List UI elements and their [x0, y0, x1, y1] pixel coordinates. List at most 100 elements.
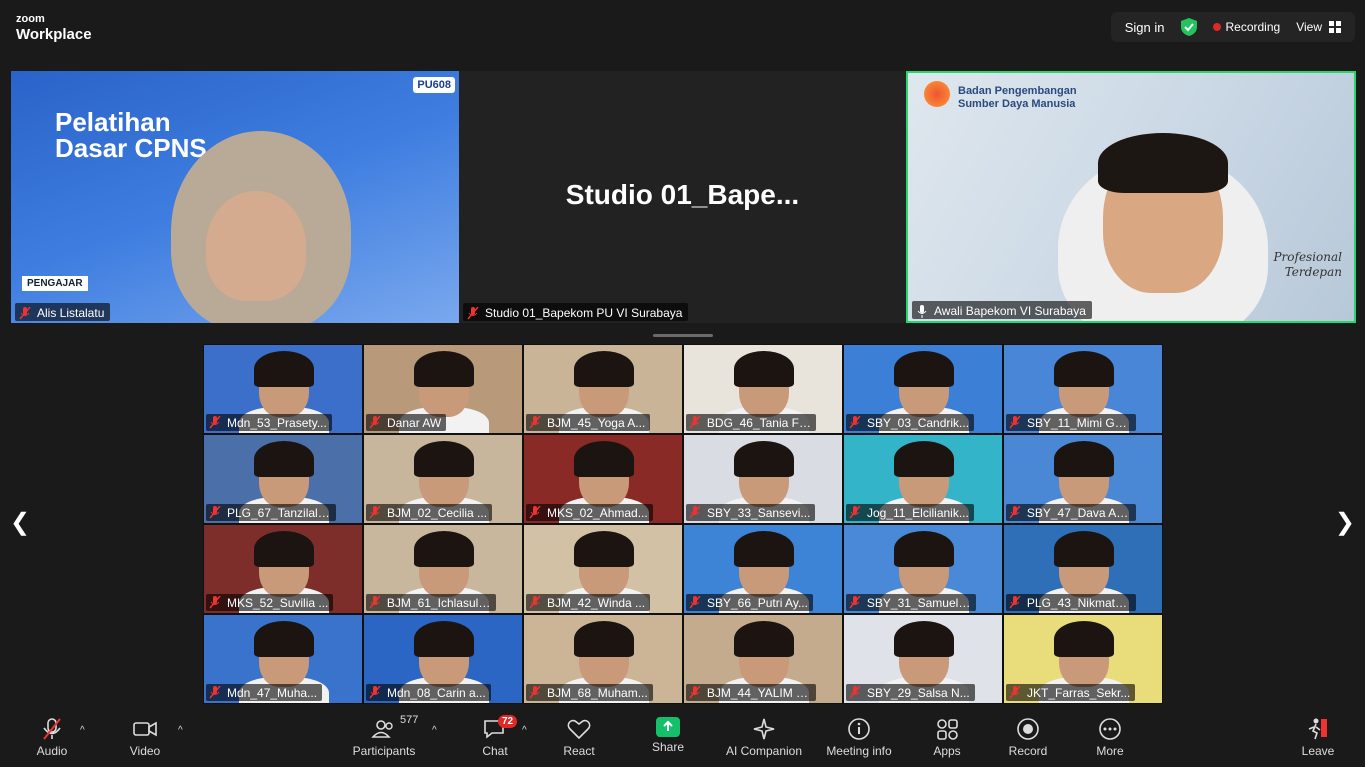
mic-muted-icon	[1009, 686, 1021, 699]
participant-hair	[1054, 351, 1114, 387]
org-title-line1: Badan Pengembangan	[958, 85, 1077, 97]
participant-tile[interactable]: SBY_66_Putri Ay...	[683, 524, 843, 614]
participant-name: MKS_02_Ahmad...	[547, 505, 648, 520]
mic-muted-icon	[529, 416, 541, 429]
next-page-arrow-icon[interactable]: ❯	[1335, 508, 1355, 537]
participant-name: Danar AW	[387, 415, 442, 430]
logo-line1: zoom	[16, 13, 45, 25]
participant-name-tag: JKT_Farras_Sekr...	[1006, 684, 1136, 701]
resize-handle[interactable]	[653, 334, 713, 337]
tagline-line2: Terdepan	[1284, 265, 1342, 280]
participant-tile[interactable]: BDG_46_Tania Fi...	[683, 344, 843, 434]
share-screen-icon	[656, 717, 680, 737]
participant-tile[interactable]: BJM_02_Cecilia ...	[363, 434, 523, 524]
pu-badge: PU608	[413, 77, 455, 93]
participant-name-tag: SBY_66_Putri Ay...	[686, 594, 813, 611]
participant-name-tag: BJM_45_Yoga A...	[526, 414, 651, 431]
sign-in-button[interactable]: Sign in	[1117, 20, 1173, 35]
participant-name-tag: SBY_33_Sansevi...	[686, 504, 816, 521]
participant-name-tag: PLG_43_Nikmatu...	[1006, 594, 1136, 611]
participant-hair	[574, 531, 634, 567]
apps-icon	[937, 719, 958, 740]
participant-tile[interactable]: MKS_02_Ahmad...	[523, 434, 683, 524]
grid-view-icon	[1329, 21, 1341, 33]
participant-name-tag: PLG_67_Tanzilal ...	[206, 504, 336, 521]
recording-label: Recording	[1225, 20, 1281, 34]
mic-muted-icon	[209, 686, 221, 699]
mic-muted-icon	[1009, 596, 1021, 609]
participant-tile[interactable]: Mdn_08_Carin a...	[363, 614, 523, 704]
more-button[interactable]: More	[1094, 717, 1126, 758]
participant-tile[interactable]: Mdn_53_Prasety...	[203, 344, 363, 434]
participant-hair	[1054, 531, 1114, 567]
security-shield-icon[interactable]	[1180, 18, 1197, 36]
participant-tile[interactable]: BJM_44_YALIM F...	[683, 614, 843, 704]
audio-button[interactable]: Audio	[34, 717, 70, 758]
ai-companion-button[interactable]: AI Companion	[724, 717, 804, 758]
more-label: More	[1096, 744, 1124, 758]
participant-tile[interactable]: Jog_11_Elcilianik...	[843, 434, 1003, 524]
leave-button[interactable]: Leave	[1300, 717, 1336, 758]
participant-name: BDG_46_Tania Fi...	[706, 415, 811, 430]
participant-name: BJM_44_YALIM F...	[706, 685, 811, 700]
participant-tile[interactable]: BJM_45_Yoga A...	[523, 344, 683, 434]
audio-options-caret-icon[interactable]: ^	[80, 725, 85, 736]
participant-tile[interactable]: BJM_42_Winda ...	[523, 524, 683, 614]
participant-tile[interactable]: Danar AW	[363, 344, 523, 434]
participant-name-tag: BJM_68_Muham...	[526, 684, 653, 701]
participant-name-tag: MKS_52_Suvilia ...	[206, 594, 334, 611]
heart-icon	[567, 719, 591, 740]
speaker-tile-3-active[interactable]: Badan Pengembangan Sumber Daya Manusia P…	[906, 71, 1356, 323]
participant-tile[interactable]: MKS_52_Suvilia ...	[203, 524, 363, 614]
previous-page-arrow-icon[interactable]: ❮	[10, 508, 30, 537]
video-label: Video	[129, 744, 161, 758]
video-button[interactable]: Video	[128, 717, 162, 758]
speaker-name-tag: Alis Listalatu	[15, 303, 111, 321]
react-label: React	[563, 744, 595, 758]
participant-tile[interactable]: BJM_68_Muham...	[523, 614, 683, 704]
participant-hair	[574, 621, 634, 657]
participant-tile[interactable]: SBY_03_Candrik...	[843, 344, 1003, 434]
record-label: Record	[1008, 744, 1048, 758]
speaker-name: Alis Listalatu	[37, 306, 105, 320]
share-button[interactable]: Share	[650, 717, 686, 754]
participant-name: BJM_61_Ichlasul ...	[386, 595, 491, 610]
mic-muted-icon	[849, 596, 861, 609]
participant-tile[interactable]: SBY_47_Dava Az...	[1003, 434, 1163, 524]
participants-options-caret-icon[interactable]: ^	[432, 725, 437, 736]
react-button[interactable]: React	[562, 717, 596, 758]
poster-title: Pelatihan Dasar CPNS	[55, 109, 207, 161]
recording-indicator[interactable]: Recording	[1205, 20, 1289, 34]
participant-tile[interactable]: SBY_11_Mimi Gu...	[1003, 344, 1163, 434]
mic-muted-icon	[369, 416, 381, 429]
participant-tile[interactable]: PLG_67_Tanzilal ...	[203, 434, 363, 524]
participant-tile[interactable]: BJM_61_Ichlasul ...	[363, 524, 523, 614]
participant-name-tag: Jog_11_Elcilianik...	[846, 504, 974, 521]
apps-button[interactable]: Apps	[930, 717, 964, 758]
participant-hair	[574, 351, 634, 387]
participant-name: BJM_68_Muham...	[547, 685, 648, 700]
share-label: Share	[651, 740, 685, 754]
participant-name: SBY_11_Mimi Gu...	[1026, 415, 1131, 430]
speaker-tile-2[interactable]: Studio 01_Bape... Studio 01_Bapekom PU V…	[459, 71, 906, 323]
participant-tile[interactable]: SBY_33_Sansevi...	[683, 434, 843, 524]
view-button[interactable]: View	[1288, 20, 1349, 34]
chat-options-caret-icon[interactable]: ^	[522, 725, 527, 736]
video-options-caret-icon[interactable]: ^	[178, 725, 183, 736]
meeting-info-label: Meeting info	[826, 744, 892, 758]
chat-button[interactable]: Chat 72	[480, 715, 518, 758]
mic-muted-icon	[529, 506, 541, 519]
participant-tile[interactable]: SBY_31_Samuel ...	[843, 524, 1003, 614]
participant-tile[interactable]: JKT_Farras_Sekr...	[1003, 614, 1163, 704]
meeting-info-button[interactable]: Meeting info	[824, 717, 894, 758]
participant-hair	[734, 351, 794, 387]
record-button[interactable]: Record	[1008, 717, 1048, 758]
top-bar: zoom Workplace Sign in Recording View	[0, 0, 1365, 52]
participant-tile[interactable]: PLG_43_Nikmatu...	[1003, 524, 1163, 614]
participant-tile[interactable]: Mdn_47_Muha...	[203, 614, 363, 704]
participant-name: SBY_47_Dava Az...	[1026, 505, 1131, 520]
participant-tile[interactable]: SBY_29_Salsa N...	[843, 614, 1003, 704]
speaker-tile-1[interactable]: Pelatihan Dasar CPNS PU608 PENGAJAR Alis…	[11, 71, 459, 323]
more-dots-icon	[1099, 718, 1121, 740]
mic-muted-icon	[689, 416, 701, 429]
